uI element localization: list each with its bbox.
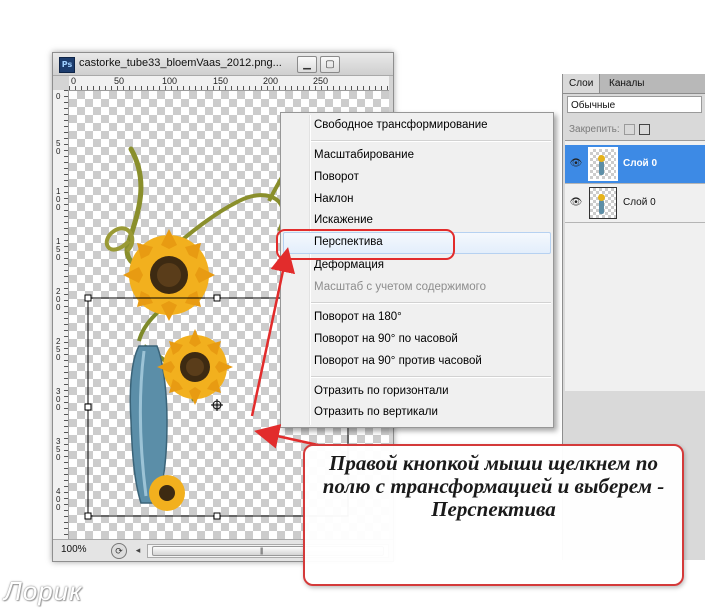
blend-mode-select[interactable]: Обычные	[567, 96, 702, 113]
menu-item-skew[interactable]: Наклон	[314, 193, 353, 205]
ruler-label: 0	[71, 76, 77, 86]
lock-transparency-icon[interactable]	[623, 124, 635, 135]
menu-separator	[311, 140, 551, 142]
menu-item-rotate[interactable]: Поворот	[314, 171, 359, 183]
layer-name: Слой 0	[623, 158, 658, 169]
minimize-button[interactable]: ▁	[297, 56, 317, 73]
maximize-button[interactable]: ▢	[320, 56, 340, 73]
layer-row[interactable]: 👁 Слой 0	[565, 145, 705, 184]
menu-item-rotate-90-cw[interactable]: Поворот на 90° по часовой	[314, 333, 458, 345]
lock-pixels-icon[interactable]	[638, 124, 650, 135]
menu-item-flip-vertical[interactable]: Отразить по вертикали	[314, 406, 438, 418]
instruction-callout: Правой кнопкой мыши щелкнем по полю с тр…	[303, 444, 684, 586]
menu-item-distort[interactable]: Искажение	[314, 214, 373, 226]
document-title: castorke_tube33_bloemVaas_2012.png...	[79, 57, 282, 69]
menu-item-flip-horizontal[interactable]: Отразить по горизонтали	[314, 385, 449, 397]
vertical-ruler[interactable]: 0 5 0 1 0 0 1 5 0 2 0 0 2 5 0 3 0 0 3 5 …	[53, 90, 69, 539]
ruler-label: 1 5 0	[56, 237, 61, 262]
menu-item-content-aware-scale: Масштаб с учетом содержимого	[314, 281, 487, 293]
layer-row[interactable]: 👁 Слой 0	[565, 184, 705, 223]
ruler-label: 0	[56, 92, 61, 101]
thumbnail-vase	[599, 161, 604, 175]
menu-item-warp[interactable]: Деформация	[314, 259, 384, 271]
ruler-label: 200	[263, 76, 279, 86]
tab-layers[interactable]: Слои	[563, 74, 601, 93]
photoshop-icon: Ps	[59, 57, 75, 73]
menu-item-scale[interactable]: Масштабирование	[314, 149, 414, 161]
ruler-label: 4 0 0	[56, 487, 61, 512]
layer-name: Слой 0	[623, 197, 656, 208]
menu-item-free-transform[interactable]: Свободное трансформирование	[314, 119, 488, 131]
menu-separator	[311, 376, 551, 378]
lock-row: Закрепить:	[569, 124, 650, 135]
ruler-label: 2 5 0	[56, 337, 61, 362]
layer-thumbnail	[589, 187, 617, 219]
ruler-label: 3 5 0	[56, 437, 61, 462]
layer-list: 👁 Слой 0 👁 Слой 0	[565, 140, 705, 391]
author-watermark: Лорик	[4, 576, 83, 606]
menu-separator	[311, 302, 551, 304]
ruler-label: 5 0	[56, 139, 61, 156]
layer-thumbnail	[588, 147, 618, 181]
ruler-label: 150	[213, 76, 229, 86]
ruler-label: 50	[114, 76, 125, 86]
scrollbar-grip-icon: |||	[260, 548, 264, 555]
ruler-label: 3 0 0	[56, 387, 61, 412]
lock-label: Закрепить:	[569, 124, 620, 136]
transform-context-menu: Свободное трансформирование Масштабирова…	[280, 112, 554, 428]
highlight-oval	[276, 229, 455, 260]
menu-gutter	[309, 115, 311, 425]
scroll-left-arrow-icon[interactable]: ◂	[133, 544, 143, 556]
eye-visibility-icon[interactable]: 👁	[569, 196, 583, 209]
instruction-text: Правой кнопкой мыши щелкнем по полю с тр…	[322, 451, 665, 521]
thumbnail-flower	[598, 155, 605, 162]
eye-visibility-icon[interactable]: 👁	[569, 157, 583, 170]
ruler-label: 2 0 0	[56, 287, 61, 312]
document-title-bar[interactable]: Ps castorke_tube33_bloemVaas_2012.png...…	[53, 53, 393, 76]
horizontal-ruler[interactable]: 0 50 100 150 200 250	[69, 76, 389, 91]
zoom-level[interactable]: 100%	[61, 544, 87, 555]
layers-panel-tabs: Слои Каналы	[563, 74, 705, 94]
ruler-label: 100	[162, 76, 178, 86]
thumbnail-flower	[598, 194, 605, 201]
menu-item-rotate-90-ccw[interactable]: Поворот на 90° против часовой	[314, 355, 482, 367]
menu-item-rotate-180[interactable]: Поворот на 180°	[314, 311, 402, 323]
ruler-label: 1 0 0	[56, 187, 61, 212]
tab-channels[interactable]: Каналы	[609, 78, 645, 89]
thumbnail-vase	[599, 200, 604, 214]
ruler-label: 250	[313, 76, 329, 86]
status-info-icon[interactable]: ⟳	[111, 543, 127, 559]
